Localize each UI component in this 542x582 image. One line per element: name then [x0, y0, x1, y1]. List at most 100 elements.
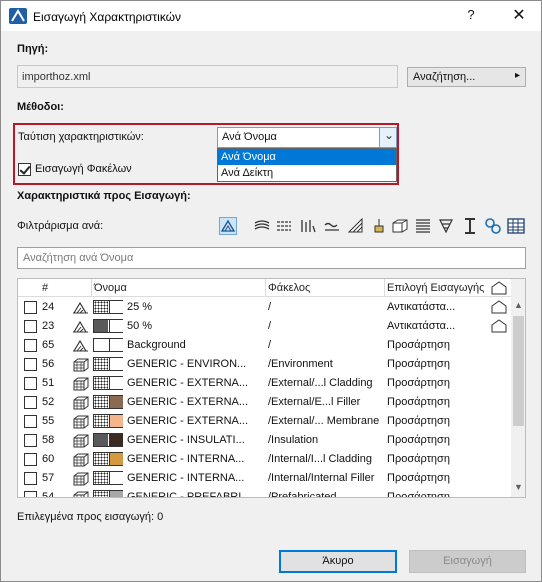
row-checkbox[interactable]	[24, 320, 37, 333]
match-method-value: Ανά Όνομα	[222, 131, 277, 143]
row-folder: /Internal/I...l Cladding	[268, 453, 372, 465]
row-name: GENERIC - EXTERNA...	[127, 396, 249, 408]
line-type-icon[interactable]	[275, 217, 293, 235]
methods-label: Μέθοδοι:	[17, 101, 64, 113]
row-import-option[interactable]: Προσάρτηση	[387, 491, 487, 497]
option-by-index[interactable]: Ανά Δείκτη	[218, 165, 396, 181]
col-num[interactable]: #	[42, 282, 48, 294]
mep-icon[interactable]	[484, 217, 502, 235]
row-import-option[interactable]: Αντικατάστα...	[387, 301, 487, 313]
row-color	[109, 415, 123, 427]
table-row[interactable]: 23 50 % / Αντικατάστα...	[18, 317, 511, 336]
table-row[interactable]: 57 GENERIC - INTERNA... /Internal/Internal…	[18, 469, 511, 488]
row-import-option[interactable]: Αντικατάστα...	[387, 320, 487, 332]
import-folders-checkbox[interactable]	[18, 163, 31, 176]
row-folder: /External/... Membrane	[268, 415, 380, 427]
layer-filter-icon[interactable]	[219, 217, 237, 235]
row-pattern	[94, 472, 108, 484]
table-row[interactable]: 52 GENERIC - EXTERNA... /External/E...l Fi…	[18, 393, 511, 412]
window-title: Εισαγωγή Χαρακτηριστικών	[33, 10, 182, 24]
col-folder[interactable]: Φάκελος	[268, 282, 310, 294]
cancel-button[interactable]: Άκυρο	[279, 550, 397, 573]
table-row[interactable]: 51 GENERIC - EXTERNA... /External/...l Cla…	[18, 374, 511, 393]
material-icon	[73, 472, 89, 486]
fill-type-icon	[73, 320, 88, 333]
composite-icon[interactable]	[414, 217, 432, 235]
row-name: GENERIC - INTERNA...	[127, 453, 245, 465]
scroll-down-icon[interactable]: ▼	[511, 479, 525, 496]
col-import-option[interactable]: Επιλογή Εισαγωγής	[387, 282, 484, 294]
row-checkbox[interactable]	[24, 472, 37, 485]
row-folder: /Prefabricated	[268, 491, 337, 498]
import-attributes-dialog: Εισαγωγή Χαρακτηριστικών ? ✕ Πηγή: impor…	[0, 0, 542, 582]
row-swatch	[93, 357, 123, 371]
col-name[interactable]: Όνομα	[94, 282, 127, 294]
row-number: 55	[42, 415, 55, 427]
scroll-thumb[interactable]	[513, 316, 524, 426]
row-swatch	[93, 490, 123, 497]
close-button[interactable]: ✕	[507, 5, 531, 25]
row-checkbox[interactable]	[24, 415, 37, 428]
table-row[interactable]: 60 GENERIC - INTERNA... /Internal/I...l Cl…	[18, 450, 511, 469]
fill-icon[interactable]	[299, 217, 317, 235]
row-import-option[interactable]: Προσάρτηση	[387, 472, 487, 484]
attributes-label: Χαρακτηριστικά προς Εισαγωγή:	[17, 190, 191, 202]
row-checkbox[interactable]	[24, 339, 37, 352]
surface-icon[interactable]	[369, 217, 387, 235]
house-icon	[491, 300, 507, 314]
row-checkbox[interactable]	[24, 358, 37, 371]
row-swatch	[93, 414, 123, 428]
row-folder: /	[268, 301, 272, 313]
material-icon	[73, 434, 89, 448]
row-import-option[interactable]: Προσάρτηση	[387, 453, 487, 465]
row-checkbox[interactable]	[24, 396, 37, 409]
row-checkbox[interactable]	[24, 434, 37, 447]
vertical-scrollbar[interactable]: ▲ ▼	[511, 279, 525, 497]
zone-icon[interactable]	[323, 217, 341, 235]
scroll-up-icon[interactable]: ▲	[511, 297, 525, 314]
row-pattern	[94, 434, 108, 446]
table-row[interactable]: 56 GENERIC - ENVIRON... /Environment Προσάρ…	[18, 355, 511, 374]
browse-button[interactable]: Αναζήτηση... ▸	[407, 67, 526, 87]
row-checkbox[interactable]	[24, 453, 37, 466]
row-swatch	[93, 338, 123, 352]
table-icon[interactable]	[507, 217, 525, 235]
table-row[interactable]: 65 Background / Προσάρτηση	[18, 336, 511, 355]
search-input[interactable]: Αναζήτηση ανά Όνομα	[17, 247, 526, 269]
row-import-option[interactable]: Προσάρτηση	[387, 377, 487, 389]
table-row[interactable]: 54 GENERIC - PREFABRI... /Prefabricated Προ…	[18, 488, 511, 498]
row-checkbox[interactable]	[24, 377, 37, 390]
row-import-option[interactable]: Προσάρτηση	[387, 434, 487, 446]
row-checkbox[interactable]	[24, 301, 37, 314]
fill-type-icon	[73, 301, 88, 314]
import-button[interactable]: Εισαγωγή	[409, 550, 526, 573]
row-import-option[interactable]: Προσάρτηση	[387, 339, 487, 351]
row-name: 25 %	[127, 301, 153, 313]
row-import-option[interactable]: Προσάρτηση	[387, 358, 487, 370]
match-method-select[interactable]: Ανά Όνομα ⌄	[217, 127, 397, 148]
row-number: 52	[42, 396, 55, 408]
row-color	[109, 453, 123, 465]
pen-filter-icon[interactable]	[253, 217, 271, 235]
row-import-option[interactable]: Προσάρτηση	[387, 415, 487, 427]
column-icon[interactable]	[461, 217, 479, 235]
help-button[interactable]: ?	[463, 7, 479, 25]
profile-icon[interactable]	[391, 217, 409, 235]
building-material-icon[interactable]	[347, 217, 365, 235]
fill-type-icon	[73, 339, 88, 352]
table-row[interactable]: 55 GENERIC - EXTERNA... /External/... Memb…	[18, 412, 511, 431]
row-checkbox[interactable]	[24, 491, 37, 497]
table-row[interactable]: 58 GENERIC - INSULATI... /Insulation Προσάρ…	[18, 431, 511, 450]
row-import-option[interactable]: Προσάρτηση	[387, 396, 487, 408]
chevron-down-icon[interactable]: ⌄	[379, 128, 396, 147]
row-pattern	[94, 320, 108, 332]
row-number: 65	[42, 339, 55, 351]
row-name: GENERIC - INSULATI...	[127, 434, 245, 446]
row-pattern	[94, 377, 108, 389]
fill-pattern-icon[interactable]	[437, 217, 455, 235]
row-folder: /Insulation	[268, 434, 319, 446]
option-by-name[interactable]: Ανά Όνομα	[218, 149, 396, 165]
table-row[interactable]: 24 25 % / Αντικατάστα...	[18, 298, 511, 317]
search-placeholder: Αναζήτηση ανά Όνομα	[23, 252, 134, 264]
row-pattern	[94, 415, 108, 427]
